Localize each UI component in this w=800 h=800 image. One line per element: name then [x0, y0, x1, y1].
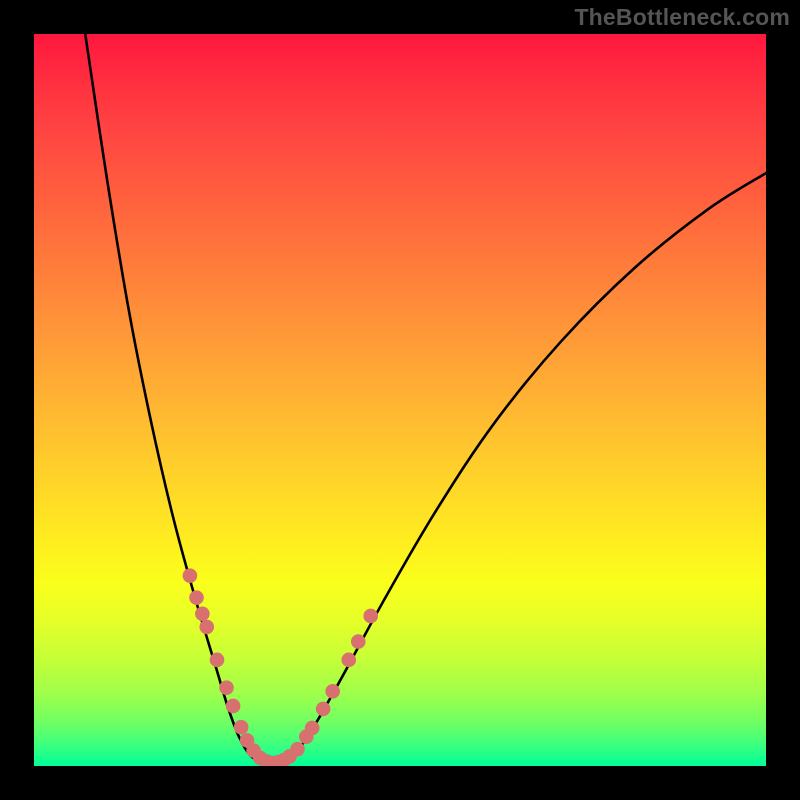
data-dot	[305, 721, 320, 736]
data-dot	[210, 653, 225, 668]
chart-svg	[34, 34, 766, 766]
data-dot	[183, 568, 198, 583]
data-dot	[234, 720, 249, 735]
data-dot	[195, 606, 210, 621]
bottleneck-curve	[85, 34, 766, 764]
data-dot	[219, 680, 234, 695]
data-dot	[341, 653, 356, 668]
plot-area	[34, 34, 766, 766]
data-dot	[316, 702, 331, 717]
data-dot	[226, 699, 241, 714]
chart-container: TheBottleneck.com	[0, 0, 800, 800]
data-dot	[189, 590, 204, 605]
data-dot	[325, 684, 340, 699]
data-dot	[363, 609, 378, 624]
watermark-text: TheBottleneck.com	[574, 4, 790, 31]
curve-lines	[85, 34, 766, 764]
data-dot	[351, 634, 366, 649]
data-dot	[290, 742, 305, 757]
data-dot	[199, 620, 214, 635]
